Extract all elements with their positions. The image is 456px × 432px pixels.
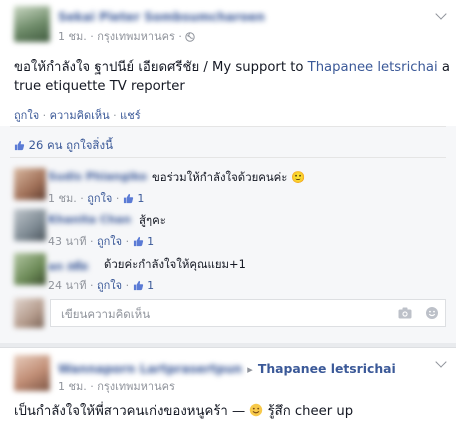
comment-time[interactable]: 24 นาที [48, 279, 86, 292]
author-name[interactable]: Sekai Pieter Sombsumcharoen [58, 10, 265, 24]
comment-time[interactable]: 43 นาที [48, 235, 86, 248]
comment-meta: 43 นาที · ถูกใจ · 1 [48, 235, 155, 248]
thumbs-up-icon [133, 236, 143, 247]
comment-input[interactable]: เขียนความคิดเห็น [50, 299, 446, 327]
post-text: เป็นกำลังใจให้พี่สาวคนเก่งของหนูคร้า — ร… [14, 403, 354, 419]
comment-text: สู้ๆคะ [139, 213, 166, 227]
comment-text: ขอร่วมให้กำลังใจด้วยคนค่ะ 🙂 [152, 170, 306, 184]
emoji-icon[interactable] [425, 306, 439, 320]
post-card: Wannaporn Lartprasertpun ▸ Thapanee lets… [0, 347, 456, 432]
likes-summary[interactable]: 26 คน ถูกใจสิ่งนี้ [14, 137, 113, 155]
camera-icon[interactable] [398, 307, 412, 319]
divider [10, 126, 446, 127]
comment-like-link[interactable]: ถูกใจ [97, 235, 122, 248]
thumbs-up-icon [133, 280, 143, 291]
post-meta: 1 ชม. · กรุงเทพมหานคร [58, 380, 175, 393]
comment-like-link[interactable]: ถูกใจ [87, 192, 112, 205]
comment-input-placeholder: เขียนความคิดเห็น [61, 307, 151, 321]
commenter-avatar[interactable] [14, 168, 46, 200]
author-name[interactable]: Wannaporn Lartprasertpun [58, 362, 242, 376]
post-time[interactable]: 1 ชม. [58, 30, 87, 43]
post-location[interactable]: กรุงเทพมหานคร [97, 30, 175, 43]
arrow-icon: ▸ [247, 363, 253, 376]
chevron-down-icon[interactable] [435, 356, 447, 368]
thumbs-up-icon [14, 140, 25, 151]
commenter-avatar[interactable] [14, 253, 46, 285]
author-avatar[interactable] [14, 355, 50, 391]
commenter-name[interactable]: Khanita Chan [48, 213, 131, 226]
current-user-avatar [14, 298, 44, 328]
commenter-name[interactable]: an สตัด [48, 257, 88, 275]
globe-icon [185, 32, 196, 42]
tagged-profile-link[interactable]: Thapanee letsrichai [308, 60, 438, 75]
comment-time[interactable]: 1 ชม. [48, 192, 77, 205]
comment-text: ด้วยค่ะกำลังใจให้คุณแยม+1 [104, 257, 246, 271]
feeling-text: รู้สึก cheer up [267, 404, 354, 419]
feeling-emoji-icon [250, 403, 263, 417]
comment-action[interactable]: ความคิดเห็น [50, 109, 110, 122]
post-text: ขอให้กำลังใจ ฐาปนีย์ เอียดศรีชัย / My su… [14, 60, 450, 94]
post-actions: ถูกใจ · ความคิดเห็น · แชร์ [14, 109, 141, 122]
post-meta: 1 ชม. · กรุงเทพมหานคร · [58, 27, 196, 45]
thumbs-up-icon [123, 193, 134, 204]
comment-like-count[interactable]: 1 [137, 192, 144, 205]
comment-like-count[interactable]: 1 [147, 235, 154, 248]
post-card: Sekai Pieter Sombsumcharoen 1 ชม. · กรุง… [0, 0, 456, 343]
post-location[interactable]: กรุงเทพมหานคร [97, 380, 175, 393]
commenter-avatar[interactable] [14, 209, 46, 241]
post-header: Wannaporn Lartprasertpun ▸ Thapanee lets… [58, 358, 396, 377]
divider [10, 157, 446, 158]
comment-like-link[interactable]: ถูกใจ [97, 279, 122, 292]
chevron-down-icon[interactable] [435, 8, 447, 20]
like-action[interactable]: ถูกใจ [14, 109, 39, 122]
target-profile-link[interactable]: Thapanee letsrichai [258, 361, 396, 376]
commenter-name[interactable]: Sudis Phiangiko [48, 170, 147, 183]
post-time[interactable]: 1 ชม. [58, 380, 87, 393]
comment-like-count[interactable]: 1 [147, 279, 154, 292]
author-avatar[interactable] [14, 6, 50, 42]
comment-meta: 24 นาที · ถูกใจ · 1 [48, 279, 155, 292]
share-action[interactable]: แชร์ [120, 109, 140, 122]
comment-meta: 1 ชม. · ถูกใจ · 1 [48, 192, 145, 205]
